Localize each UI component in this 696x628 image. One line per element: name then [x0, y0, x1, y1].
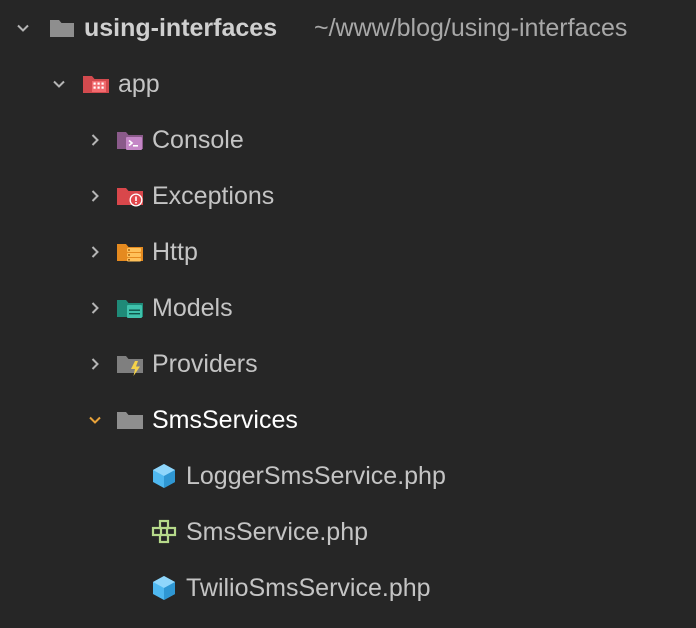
http-folder-icon: [116, 238, 144, 266]
tree-file-twiliosmsservice[interactable]: TwilioSmsService.php: [0, 560, 696, 616]
chevron-right-icon[interactable]: [88, 301, 102, 315]
tree-item-label: Providers: [152, 350, 258, 378]
root-folder-name: using-interfaces: [84, 14, 278, 42]
tree-item-label: Console: [152, 126, 244, 154]
php-class-icon: [150, 462, 178, 490]
providers-folder-icon: [116, 350, 144, 378]
chevron-right-icon[interactable]: [88, 357, 102, 371]
chevron-down-icon[interactable]: [88, 413, 102, 427]
file-tree: using-interfaces ~/www/blog/using-interf…: [0, 0, 696, 628]
tree-item-app[interactable]: app: [0, 56, 696, 112]
tree-file-label: SmsService.php: [186, 518, 369, 546]
php-interface-icon: [150, 518, 178, 546]
tree-item-providers[interactable]: Providers: [0, 336, 696, 392]
tree-item-http[interactable]: Http: [0, 224, 696, 280]
tree-file-loggersmsservice[interactable]: LoggerSmsService.php: [0, 448, 696, 504]
chevron-down-icon[interactable]: [52, 77, 66, 91]
php-class-icon: [150, 574, 178, 602]
tree-item-label: app: [118, 70, 160, 98]
tree-item-label: Models: [152, 294, 233, 322]
tree-item-models[interactable]: Models: [0, 280, 696, 336]
tree-item-label: Http: [152, 238, 198, 266]
folder-icon: [116, 406, 144, 434]
console-folder-icon: [116, 126, 144, 154]
tree-root-row[interactable]: using-interfaces ~/www/blog/using-interf…: [0, 0, 696, 56]
chevron-right-icon[interactable]: [88, 245, 102, 259]
chevron-right-icon[interactable]: [88, 133, 102, 147]
tree-item-console[interactable]: Console: [0, 112, 696, 168]
chevron-right-icon[interactable]: [88, 189, 102, 203]
tree-item-label: Exceptions: [152, 182, 275, 210]
root-folder-path: ~/www/blog/using-interfaces: [314, 14, 628, 42]
tree-item-smsservices[interactable]: SmsServices: [0, 392, 696, 448]
tree-item-exceptions[interactable]: Exceptions: [0, 168, 696, 224]
tree-file-label: LoggerSmsService.php: [186, 462, 446, 490]
tree-file-label: TwilioSmsService.php: [186, 574, 431, 602]
models-folder-icon: [116, 294, 144, 322]
app-folder-icon: [82, 70, 110, 98]
exceptions-folder-icon: [116, 182, 144, 210]
chevron-down-icon[interactable]: [16, 21, 30, 35]
tree-file-smsservice[interactable]: SmsService.php: [0, 504, 696, 560]
folder-icon: [48, 14, 76, 42]
tree-item-label: SmsServices: [152, 406, 298, 434]
